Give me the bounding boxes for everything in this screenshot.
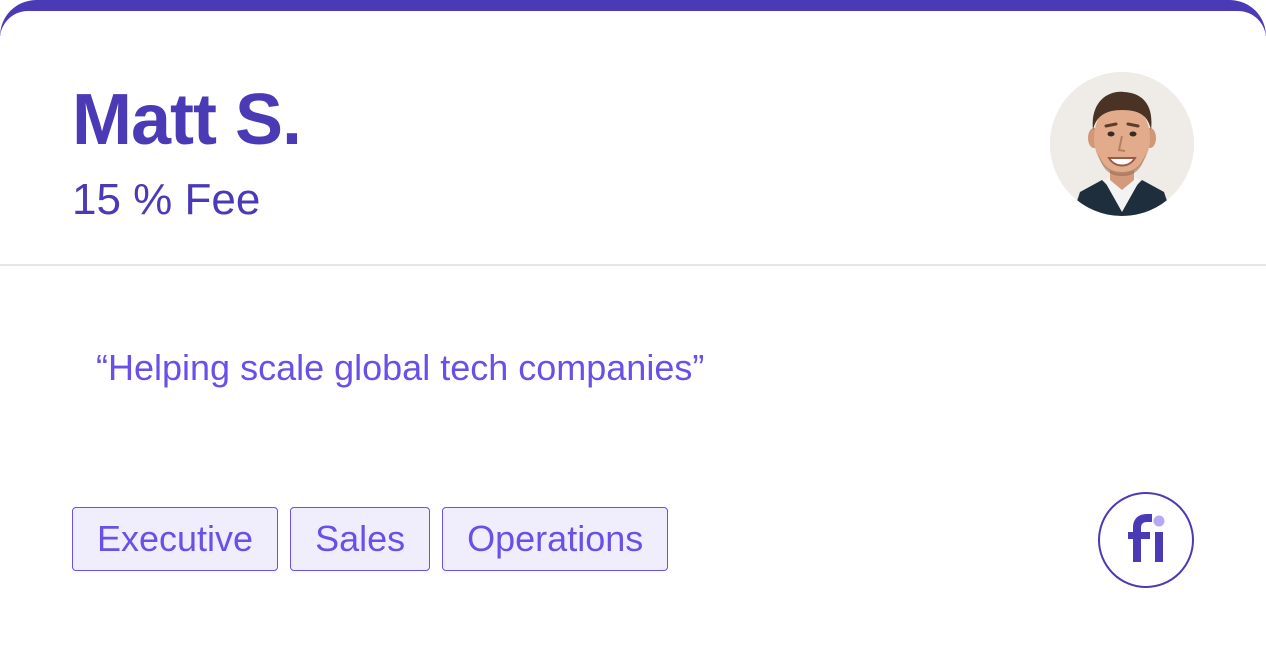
avatar — [1050, 72, 1194, 216]
profile-name: Matt S. — [72, 80, 302, 160]
section-divider — [0, 264, 1266, 266]
card-top-inner — [0, 11, 1266, 51]
profile-quote: “Helping scale global tech companies” — [96, 347, 705, 388]
person-photo-icon — [1050, 72, 1194, 216]
fi-logo-icon — [1098, 492, 1194, 588]
tag-operations: Operations — [442, 507, 669, 571]
tag-list: Executive Sales Operations — [72, 507, 669, 571]
tag-executive: Executive — [72, 507, 279, 571]
tag-sales: Sales — [290, 507, 431, 571]
profile-fee: 15 % Fee — [72, 175, 261, 224]
profile-card: Matt S. 15 % Fee “Helping scale global t… — [0, 0, 1266, 656]
